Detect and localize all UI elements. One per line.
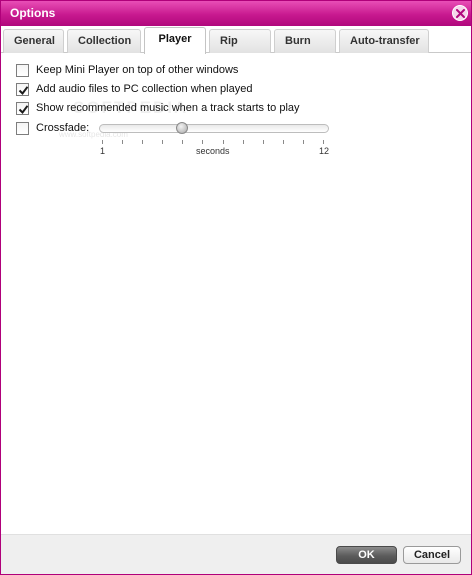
title-bar[interactable]: Options bbox=[1, 1, 471, 26]
checkbox-show-recommended-music[interactable] bbox=[16, 102, 29, 115]
tab-burn[interactable]: Burn bbox=[274, 29, 336, 53]
tab-collection[interactable]: Collection bbox=[67, 29, 141, 53]
tab-general[interactable]: General bbox=[3, 29, 64, 53]
player-options-panel: SOFTPEDIA www.softpedia.com Keep Mini Pl… bbox=[1, 54, 471, 534]
crossfade-max-label: 12 bbox=[319, 146, 330, 156]
crossfade-tick bbox=[162, 140, 164, 144]
close-button[interactable] bbox=[452, 5, 468, 21]
window-title: Options bbox=[10, 6, 56, 20]
crossfade-min-label: 1 bbox=[100, 146, 106, 156]
crossfade-tick bbox=[182, 140, 184, 144]
tab-bar: General Collection Player Rip Burn Auto-… bbox=[1, 26, 471, 54]
ok-button[interactable]: OK bbox=[336, 546, 397, 564]
close-icon bbox=[456, 9, 465, 18]
crossfade-tick bbox=[242, 140, 244, 144]
checkmark-icon bbox=[18, 86, 29, 96]
crossfade-tick bbox=[323, 140, 324, 144]
crossfade-slider-track[interactable] bbox=[99, 124, 329, 133]
crossfade-tick bbox=[282, 140, 284, 144]
crossfade-tick bbox=[202, 140, 204, 144]
crossfade-tick bbox=[262, 140, 264, 144]
options-dialog: Options General Collection Player Rip Bu… bbox=[0, 0, 472, 575]
checkbox-crossfade[interactable] bbox=[16, 122, 29, 135]
option-label: Crossfade: bbox=[36, 122, 90, 134]
crossfade-tick bbox=[102, 140, 103, 144]
tab-auto-transfer[interactable]: Auto-transfer bbox=[339, 29, 429, 53]
crossfade-tick bbox=[222, 140, 224, 144]
tab-player[interactable]: Player bbox=[144, 27, 206, 54]
option-label: Keep Mini Player on top of other windows bbox=[36, 64, 239, 76]
checkmark-icon bbox=[18, 105, 29, 115]
checkbox-keep-mini-player-on-top[interactable] bbox=[16, 64, 29, 77]
dialog-footer: OK Cancel bbox=[1, 534, 471, 574]
option-label: Add audio files to PC collection when pl… bbox=[36, 83, 253, 95]
option-label: Show recommended music when a track star… bbox=[36, 102, 300, 114]
crossfade-tick bbox=[302, 140, 304, 144]
crossfade-unit-label: seconds bbox=[196, 146, 230, 156]
crossfade-tick bbox=[142, 140, 144, 144]
checkbox-add-audio-files[interactable] bbox=[16, 83, 29, 96]
cancel-button[interactable]: Cancel bbox=[403, 546, 461, 564]
crossfade-tick bbox=[122, 140, 124, 144]
tab-rip[interactable]: Rip bbox=[209, 29, 271, 53]
